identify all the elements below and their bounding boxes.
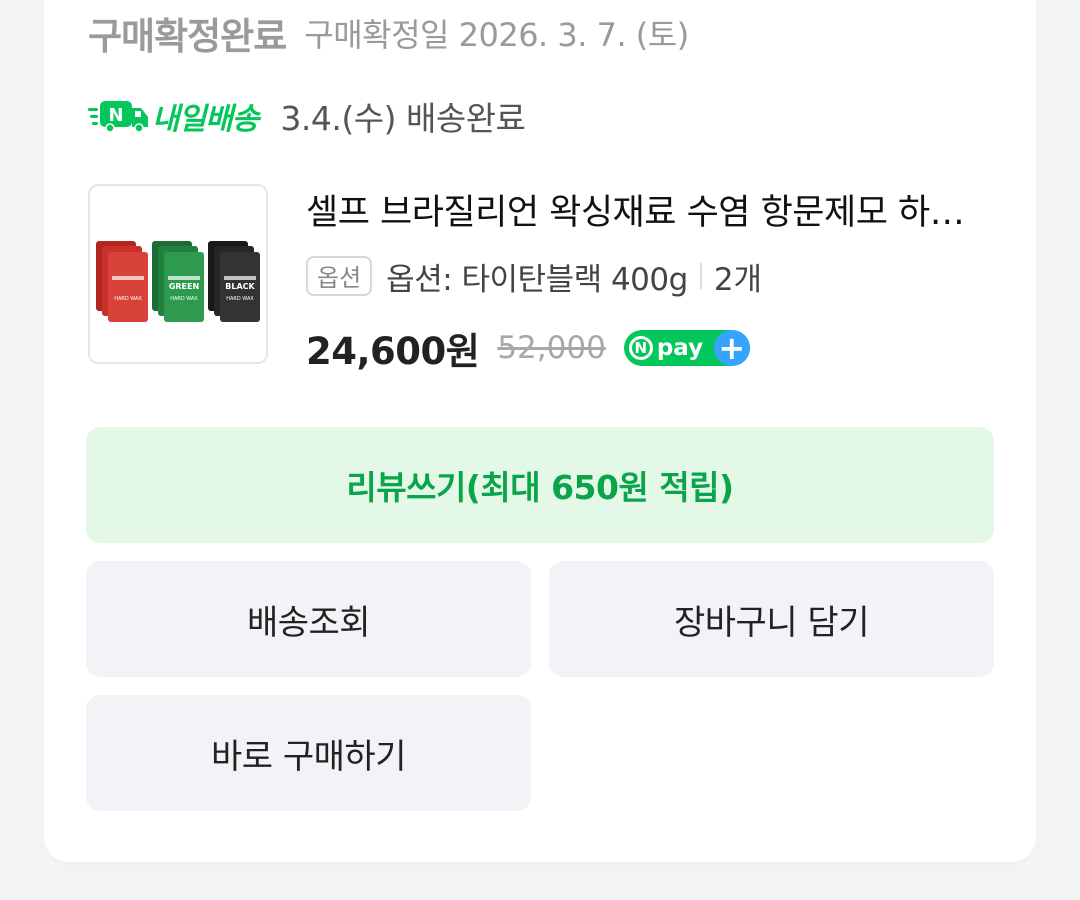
product-name-link[interactable]: 셀프 브라질리언 왁싱재료 수염 항문제모 하드왁스 — [306, 186, 986, 240]
npay-plus-badge: N pay + — [623, 330, 750, 366]
option-text: 옵션: 타이탄블랙 400g — [386, 261, 688, 298]
option-badge: 옵션 — [306, 256, 373, 296]
option-divider — [699, 263, 702, 289]
npay-n-icon: N — [628, 336, 653, 360]
svg-text:N: N — [108, 105, 123, 126]
write-review-button[interactable]: 리뷰쓰기(최대 650원 적립) — [86, 427, 994, 543]
product-option-row: 옵션 옵션: 타이탄블랙 400g 2개 — [306, 252, 762, 300]
original-price: 52,000 — [497, 330, 606, 366]
product-image: GREEN BLACK HARD WAX HARD WAX HARD WAX — [96, 241, 260, 322]
delivery-truck-icon: N — [88, 101, 148, 133]
sale-price: 24,600원 — [306, 330, 480, 373]
price-row: 24,600원 52,000 N pay + — [306, 320, 750, 376]
thumb-label-hardwax-black: HARD WAX — [226, 296, 254, 302]
npay-plus-icon: + — [713, 330, 750, 366]
thumb-label-hardwax-red: HARD WAX — [114, 296, 142, 302]
option-quantity: 2개 — [713, 261, 763, 298]
buy-now-button[interactable]: 바로 구매하기 — [86, 695, 531, 811]
thumb-label-black: BLACK — [225, 282, 255, 291]
delivery-brand-label: 내일배송 — [152, 102, 259, 137]
delivery-status-row: N 내일배송 3.4.(수) 배송완료 — [88, 92, 526, 140]
product-thumbnail[interactable]: GREEN BLACK HARD WAX HARD WAX HARD WAX — [88, 184, 268, 364]
delivery-status-text: 3.4.(수) 배송완료 — [280, 99, 526, 138]
track-delivery-button[interactable]: 배송조회 — [86, 561, 531, 677]
order-status-title: 구매확정완료 — [88, 15, 287, 58]
thumb-label-green: GREEN — [169, 282, 199, 291]
npay-label: pay — [656, 335, 704, 361]
order-status-row: 구매확정완료 구매확정일 2026. 3. 7. (토) — [88, 8, 689, 58]
order-confirm-date: 구매확정일 2026. 3. 7. (토) — [304, 16, 689, 54]
add-to-cart-button[interactable]: 장바구니 담기 — [549, 561, 994, 677]
thumb-label-hardwax-green: HARD WAX — [170, 296, 198, 302]
